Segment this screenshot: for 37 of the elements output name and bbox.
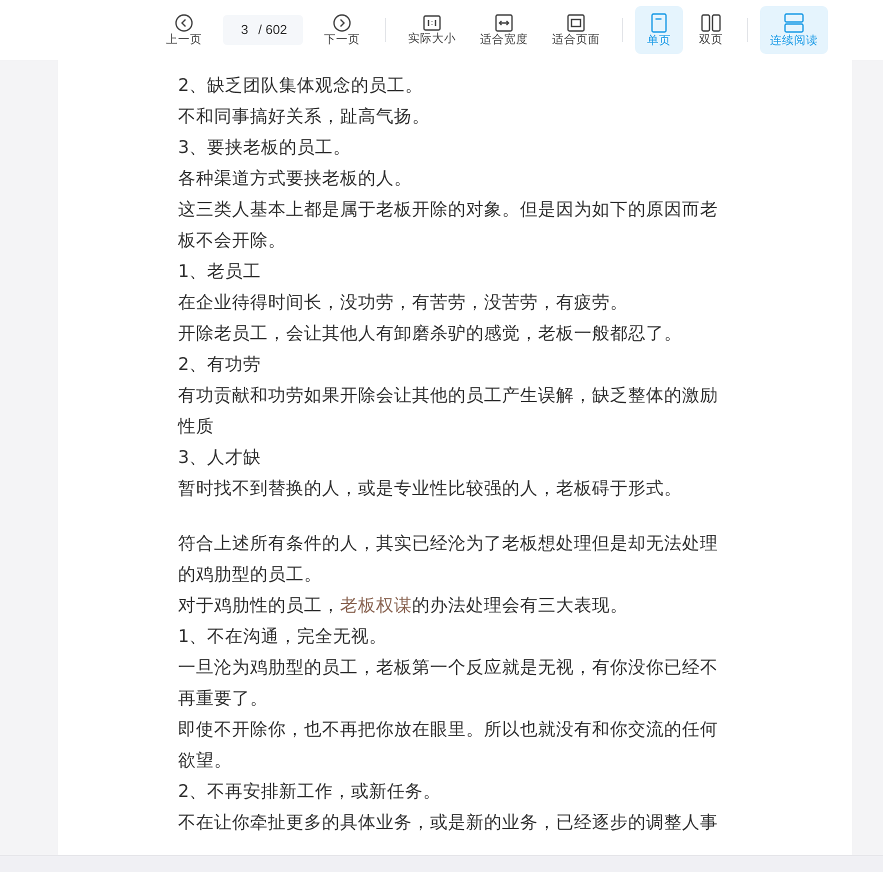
page-number-field[interactable]: 3 / 602 [223,15,303,45]
toolbar-button[interactable]: 适合页面 [542,6,610,54]
link[interactable]: 老板权谋 [340,596,412,616]
chevron-right-circle-icon [333,14,351,32]
single-page-icon [651,12,667,33]
paragraph: 2、缺乏团队集体观念的员工。 [178,75,424,98]
total-pages: / 602 [258,21,288,40]
paragraph: 3、人才缺 [178,447,262,470]
paragraph: 有功贡献和功劳如果开除会让其他的员工产生误解，缺乏整体的激励性质 [178,385,719,439]
paragraph: 暂时找不到替换的人，或是专业性比较强的人，老板碍于形式。 [178,478,683,501]
paragraph: 即使不开除你，也不再把你放在眼里。所以也就没有和你交流的任何欲望。 [178,719,719,773]
paragraph: 符合上述所有条件的人，其实已经沦为了老板想处理但是却无法处理的鸡肋型的员工。 [178,533,719,587]
current-page: 3 [241,21,248,40]
paragraph: 开除老员工，会让其他人有卸磨杀驴的感觉，老板一般都忍了。 [178,323,683,346]
paragraph: 在企业待得时间长，没功劳，有苦劳，没苦劳，有疲劳。 [178,292,629,315]
toolbar-button[interactable]: 适合宽度 [470,6,538,54]
fit-page-icon [567,14,585,32]
toolbar-button[interactable]: 上一页 [153,6,215,54]
paragraph: 对于鸡肋性的员工，老板权谋的办法处理会有三大表现。 [178,595,629,618]
paragraph: 1、不在沟通，完全无视。 [178,626,388,649]
paragraph: 3、要挟老板的员工。 [178,137,352,160]
paragraph: 各种渠道方式要挟老板的人。 [178,168,413,191]
paragraph: 2、不再安排新工作，或新任务。 [178,781,442,804]
actual-size-icon [423,14,441,31]
toolbar-button[interactable]: 双页 [687,6,735,54]
paragraph: 不和同事搞好关系，趾高气扬。 [178,106,431,129]
double-page-icon [701,14,721,32]
toolbar-button[interactable]: 实际大小 [398,6,466,54]
paragraph: 2、有功劳 [178,354,262,377]
chevron-left-circle-icon [175,14,193,32]
paragraph: 不在让你牵扯更多的具体业务，或是新的业务，已经逐步的调整人事 [178,812,719,835]
paragraph: 这三类人基本上都是属于老板开除的对象。但是因为如下的原因而老板不会开除。 [178,199,719,253]
continuous-pages-icon [784,12,804,33]
paragraph: 1、老员工 [178,261,262,284]
toolbar-button[interactable]: 下一页 [311,6,373,54]
paragraph: 一旦沦为鸡肋型的员工，老板第一个反应就是无视，有你没你已经不再重要了。 [178,657,719,711]
fit-width-icon [495,14,513,32]
